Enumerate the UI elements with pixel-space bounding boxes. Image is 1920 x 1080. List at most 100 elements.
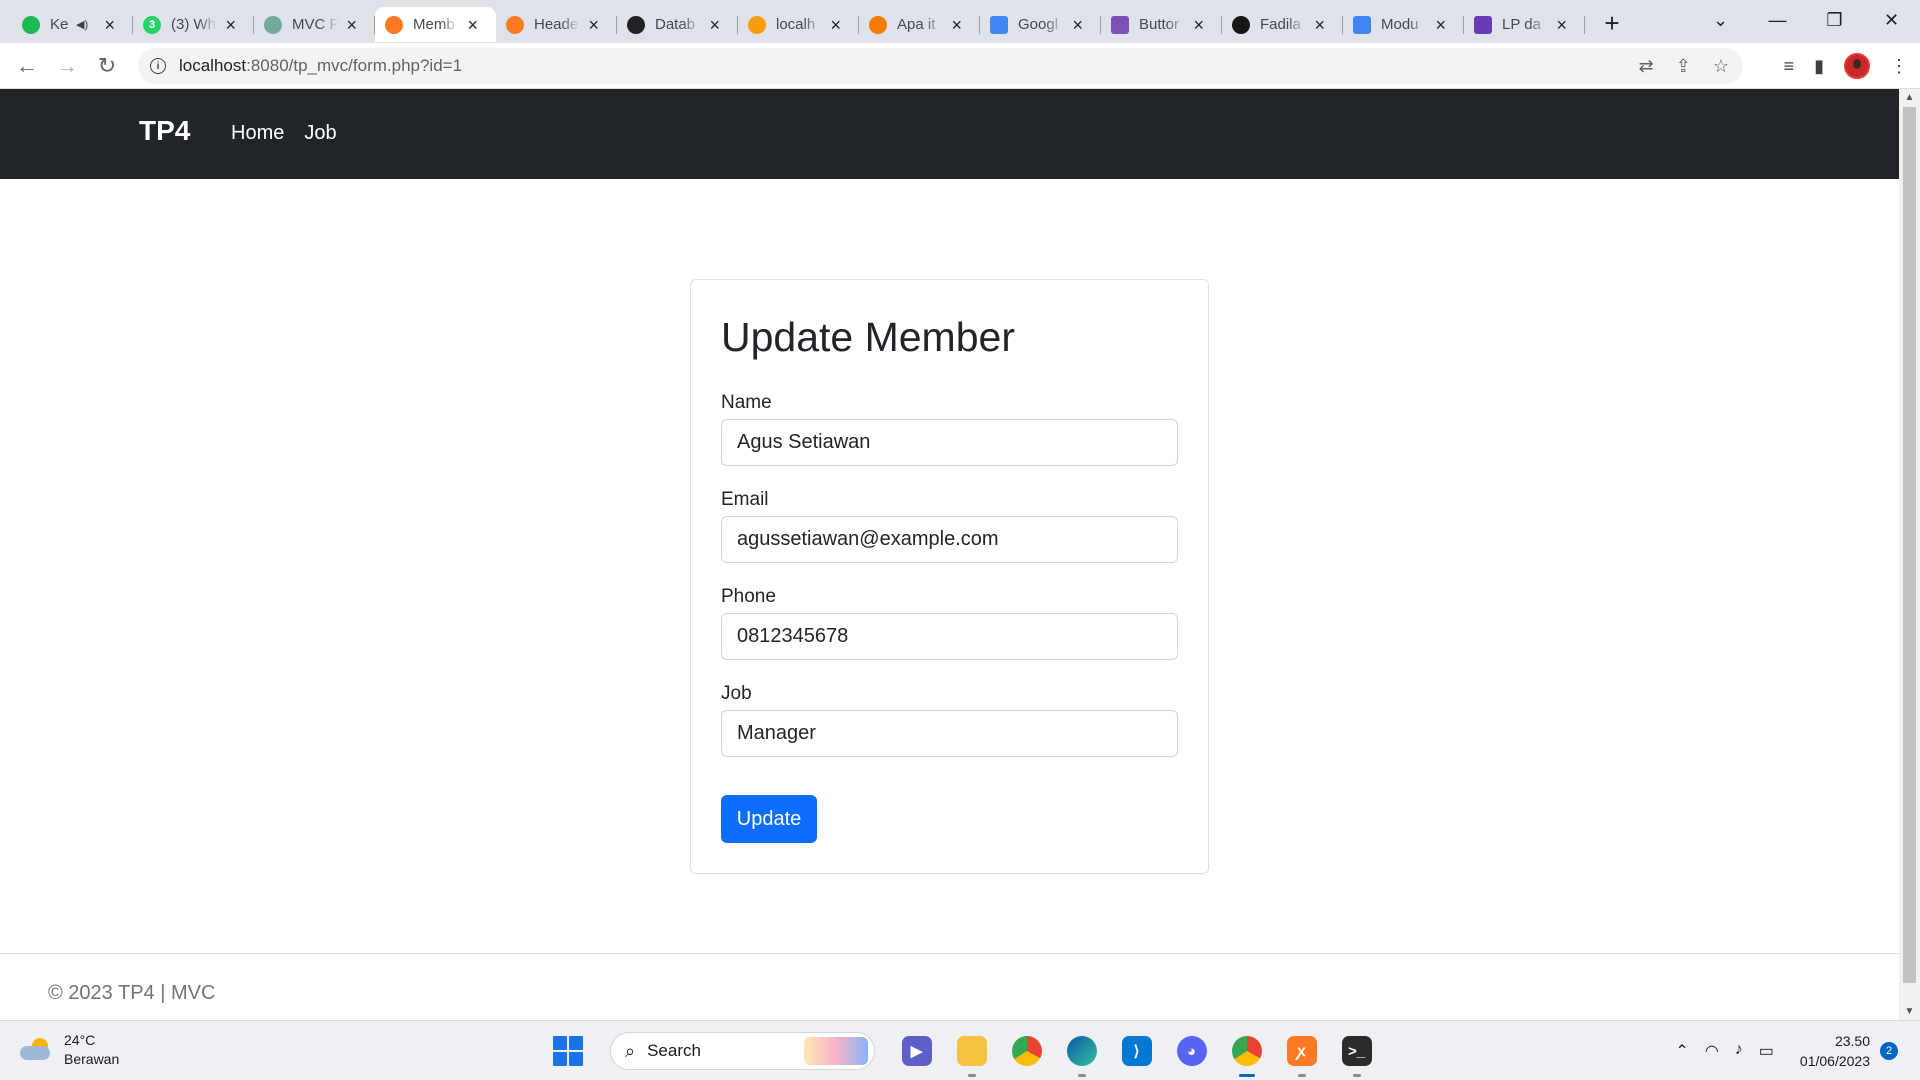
weather-text: 24°C Berawan <box>64 1031 119 1069</box>
nav-link-job[interactable]: Job <box>304 122 336 145</box>
browser-tab[interactable]: Googl × <box>980 7 1101 42</box>
scroll-down-arrow-icon[interactable]: ▼ <box>1899 1003 1920 1020</box>
phone-field-group: Phone 0812345678 <box>721 586 1178 660</box>
edge-icon <box>1066 1036 1097 1066</box>
tab-search-icon[interactable]: ⌄ <box>1692 10 1749 31</box>
scroll-up-arrow-icon[interactable]: ▲ <box>1899 89 1920 106</box>
weather-widget[interactable]: 24°C Berawan <box>20 1031 119 1069</box>
spotify-icon <box>22 15 40 34</box>
tab-close-icon[interactable]: × <box>1556 16 1567 34</box>
browser-tab[interactable]: MVC P × <box>254 7 375 42</box>
browser-tab[interactable]: Buttor × <box>1101 7 1222 42</box>
pinned-apps: ▶ ⟩ ◕ ꭗ >_ <box>889 1031 1384 1077</box>
browser-tab[interactable]: 3 (3) Wh × <box>133 7 254 42</box>
browser-tab[interactable]: LP da × <box>1464 7 1585 42</box>
tab-title: Datab <box>655 16 696 33</box>
new-tab-plus-icon[interactable]: + <box>1595 7 1629 41</box>
battery-icon[interactable]: ▭ <box>1759 1041 1774 1061</box>
tab-close-icon[interactable]: × <box>1314 16 1325 34</box>
tab-title: Googl <box>1018 16 1059 33</box>
nav-link-home[interactable]: Home <box>231 122 284 145</box>
tab-close-icon[interactable]: × <box>588 16 599 34</box>
windows-taskbar: 24°C Berawan ⌕ Search ▶ ⟩ ◕ ꭗ >_ ⌃ ◠ ♪ ▭ <box>0 1020 1920 1080</box>
volume-icon[interactable]: ♪ <box>1735 1041 1743 1061</box>
close-window-button[interactable]: ✕ <box>1863 10 1920 31</box>
tab-close-icon[interactable]: × <box>1435 16 1446 34</box>
clock-date: 01/06/2023 <box>1799 1053 1870 1069</box>
url-text[interactable]: localhost:8080/tp_mvc/form.php?id=1 <box>179 56 462 76</box>
wifi-icon[interactable]: ◠ <box>1705 1041 1719 1061</box>
scroll-thumb[interactable] <box>1903 107 1916 983</box>
translate-icon[interactable]: ⇄ <box>1639 56 1654 77</box>
taskbar-app-chrome-profile[interactable] <box>1219 1031 1274 1077</box>
browser-tab[interactable]: Datab × <box>617 7 738 42</box>
page-scrollbar[interactable]: ▲ ▼ <box>1899 89 1920 1020</box>
minimize-button[interactable]: — <box>1749 10 1806 31</box>
phone-input[interactable]: 0812345678 <box>721 613 1178 660</box>
job-input[interactable]: Manager <box>721 710 1178 757</box>
side-panel-icon[interactable]: ▮ <box>1814 56 1824 77</box>
tab-title: LP da <box>1502 16 1541 33</box>
taskbar-app-vscode[interactable]: ⟩ <box>1109 1031 1164 1071</box>
phone-label: Phone <box>721 586 776 607</box>
chevron-up-icon[interactable]: ⌃ <box>1675 1041 1688 1061</box>
clock-time: 23.50 <box>1834 1033 1870 1049</box>
taskbar-app-xampp[interactable]: ꭗ <box>1274 1031 1329 1077</box>
restore-button[interactable]: ❐ <box>1806 10 1863 31</box>
windows-start-icon[interactable] <box>553 1036 583 1066</box>
email-field-group: Email agussetiawan@example.com <box>721 489 1178 563</box>
browser-tab[interactable]: Fadila × <box>1222 7 1343 42</box>
address-bar[interactable]: i localhost:8080/tp_mvc/form.php?id=1 ⇄ … <box>138 48 1743 84</box>
update-button[interactable]: Update <box>721 795 817 843</box>
taskbar-app-chrome[interactable] <box>999 1031 1054 1071</box>
job-label: Job <box>721 683 752 704</box>
chrome-icon <box>1011 1036 1042 1066</box>
tab-close-icon[interactable]: × <box>467 16 478 34</box>
reading-list-icon[interactable]: ≡ <box>1784 56 1795 77</box>
profile-avatar[interactable] <box>1844 53 1870 79</box>
tab-close-icon[interactable]: × <box>1072 16 1083 34</box>
menu-kebab-icon[interactable]: ⋮ <box>1890 56 1908 77</box>
name-input[interactable]: Agus Setiawan <box>721 419 1178 466</box>
taskbar-clock[interactable]: 23.50 01/06/2023 <box>1800 1031 1870 1071</box>
back-arrow-icon[interactable]: ← <box>7 53 47 79</box>
taskbar-app-edge[interactable] <box>1054 1031 1109 1077</box>
tab-close-icon[interactable]: × <box>225 16 236 34</box>
taskbar-app-discord[interactable]: ◕ <box>1164 1031 1219 1071</box>
folder-icon <box>956 1036 987 1066</box>
bootstrap-icon <box>1111 15 1129 34</box>
browser-tab[interactable]: Ke ◀) × <box>12 7 133 42</box>
tab-close-icon[interactable]: × <box>346 16 357 34</box>
partly-cloudy-icon <box>20 1038 52 1062</box>
email-label: Email <box>721 489 769 510</box>
tab-close-icon[interactable]: × <box>1193 16 1204 34</box>
browser-tab[interactable]: Apa it × <box>859 7 980 42</box>
taskbar-app-meet[interactable]: ▶ <box>889 1031 944 1071</box>
brand-logo[interactable]: TP4 <box>139 115 190 147</box>
vscode-icon: ⟩ <box>1121 1036 1152 1066</box>
site-info-icon[interactable]: i <box>150 58 166 74</box>
tab-close-icon[interactable]: × <box>709 16 720 34</box>
bookmark-star-icon[interactable]: ☆ <box>1713 56 1729 77</box>
tab-close-icon[interactable]: × <box>104 16 115 34</box>
video-call-icon: ▶ <box>901 1036 932 1066</box>
share-icon[interactable]: ⇪ <box>1676 56 1691 77</box>
tab-close-icon[interactable]: × <box>830 16 841 34</box>
forward-arrow-icon[interactable]: → <box>47 53 87 79</box>
tab-title: Buttor <box>1139 16 1180 33</box>
chatgpt-icon <box>264 15 282 34</box>
reload-icon[interactable]: ↻ <box>87 53 127 79</box>
browser-tab[interactable]: localh × <box>738 7 859 42</box>
email-input[interactable]: agussetiawan@example.com <box>721 516 1178 563</box>
notification-badge[interactable]: 2 <box>1880 1042 1898 1060</box>
browser-tab[interactable]: Heade × <box>496 7 617 42</box>
browser-tab[interactable]: Modu × <box>1343 7 1464 42</box>
taskbar-search[interactable]: ⌕ Search <box>610 1032 875 1070</box>
browser-tab[interactable]: Memb × <box>375 7 496 42</box>
taskbar-app-explorer[interactable] <box>944 1031 999 1077</box>
system-tray: ⌃ ◠ ♪ ▭ 23.50 01/06/2023 2 <box>1675 1021 1898 1080</box>
tab-close-icon[interactable]: × <box>951 16 962 34</box>
browser-tab-strip: Ke ◀) × 3 (3) Wh × MVC P × Memb × Heade × Datab × loca… <box>0 0 1920 43</box>
tab-title: Fadila <box>1260 16 1301 33</box>
taskbar-app-terminal[interactable]: >_ <box>1329 1031 1384 1077</box>
